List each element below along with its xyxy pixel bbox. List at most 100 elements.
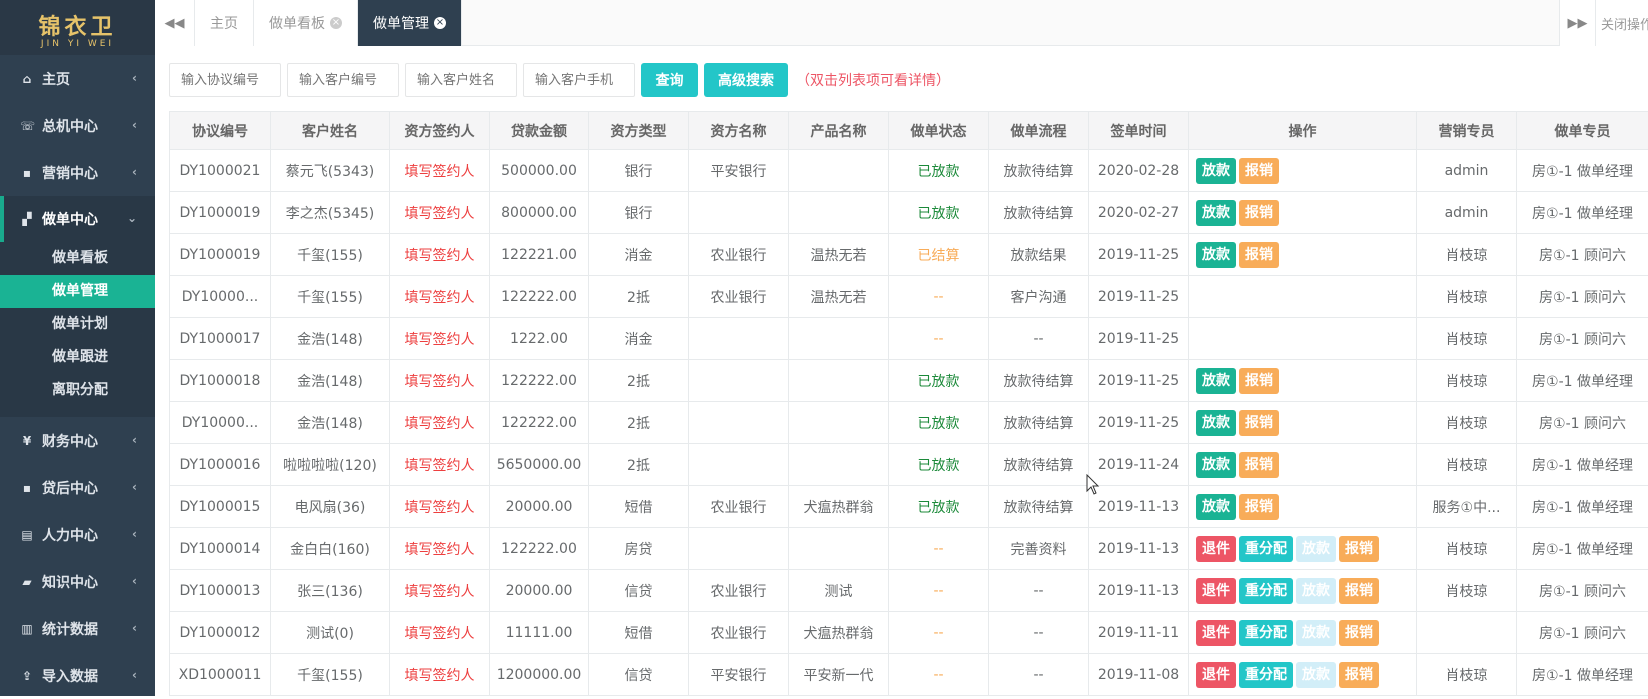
protocol-number-input[interactable]	[169, 63, 281, 97]
loan-button[interactable]: 放款	[1196, 410, 1236, 436]
table-row[interactable]: DY1000017金浩(148)填写签约人1222.00消金----2019-1…	[170, 318, 1648, 360]
reimburse-button[interactable]: 报销	[1239, 242, 1279, 268]
reimburse-button[interactable]: 报销	[1339, 620, 1379, 646]
order-specialist-cell: 房①-1 做单经理	[1517, 150, 1648, 192]
tab-item[interactable]: 做单看板×	[254, 0, 358, 46]
product-name-cell	[789, 402, 889, 444]
table-row[interactable]: DY10000...金浩(148)填写签约人122222.002抵已放款放款待结…	[170, 402, 1648, 444]
table-row[interactable]: DY1000012测试(0)填写签约人11111.00短借农业银行犬瘟热群翁--…	[170, 612, 1648, 654]
table-row[interactable]: DY1000013张三(136)填写签约人20000.00信贷农业银行测试---…	[170, 570, 1648, 612]
return-button[interactable]: 退件	[1196, 620, 1236, 646]
loan-button[interactable]: 放款	[1196, 494, 1236, 520]
sidebar-item-yen[interactable]: ¥财务中心‹	[0, 417, 155, 464]
table-row[interactable]: XD1000011千玺(155)填写签约人1200000.00信贷平安银行平安新…	[170, 654, 1648, 696]
close-icon[interactable]: ×	[330, 17, 342, 29]
tab-item[interactable]: 做单管理×	[358, 0, 462, 46]
loan-button[interactable]: 放款	[1196, 158, 1236, 184]
sidebar-item-bar-chart[interactable]: ▥统计数据‹	[0, 605, 155, 652]
advanced-search-button[interactable]: 高级搜索	[704, 63, 788, 97]
tab-scroll-left-icon[interactable]: ◀◀	[155, 0, 195, 46]
close-icon[interactable]: ×	[434, 17, 446, 29]
sidebar-item-id-card[interactable]: ▤人力中心‹	[0, 511, 155, 558]
return-button[interactable]: 退件	[1196, 536, 1236, 562]
fill-signer-link[interactable]: 填写签约人	[390, 528, 490, 570]
sidebar-subitem[interactable]: 做单看板	[0, 242, 155, 275]
fill-signer-link[interactable]: 填写签约人	[390, 444, 490, 486]
fill-signer-link[interactable]: 填写签约人	[390, 276, 490, 318]
sidebar-subitem[interactable]: 做单管理	[0, 275, 155, 308]
sidebar-item-phone[interactable]: ☏总机中心‹	[0, 102, 155, 149]
table-row[interactable]: DY10000...千玺(155)填写签约人122222.002抵农业银行温热无…	[170, 276, 1648, 318]
reimburse-button[interactable]: 报销	[1239, 410, 1279, 436]
customer-name-cell: 金浩(148)	[271, 360, 390, 402]
fill-signer-link[interactable]: 填写签约人	[390, 570, 490, 612]
return-button[interactable]: 退件	[1196, 578, 1236, 604]
sidebar-item-label: 营销中心	[42, 163, 98, 183]
sign-date-cell: 2019-11-25	[1089, 318, 1189, 360]
order-flow-cell: 放款待结算	[989, 360, 1089, 402]
query-button[interactable]: 查询	[641, 63, 698, 97]
reassign-button[interactable]: 重分配	[1239, 620, 1293, 646]
sign-date-cell: 2019-11-25	[1089, 276, 1189, 318]
order-flow-cell: 放款待结算	[989, 192, 1089, 234]
sidebar-item-upload[interactable]: ⇪导入数据‹	[0, 652, 155, 699]
sidebar-item-user-plus[interactable]: ▪贷后中心‹	[0, 464, 155, 511]
order-specialist-cell: 房①-1 顾问六	[1517, 570, 1648, 612]
fill-signer-link[interactable]: 填写签约人	[390, 402, 490, 444]
reimburse-button[interactable]: 报销	[1239, 368, 1279, 394]
tab-scroll-right-icon[interactable]: ▶▶	[1560, 0, 1596, 46]
sidebar-item-home[interactable]: ⌂主页‹	[0, 55, 155, 102]
close-operations-button[interactable]: 关闭操作	[1596, 0, 1648, 46]
fill-signer-link[interactable]: 填写签约人	[390, 612, 490, 654]
table-row[interactable]: DY1000018金浩(148)填写签约人122222.002抵已放款放款待结算…	[170, 360, 1648, 402]
sidebar-subitem[interactable]: 离职分配	[0, 374, 155, 407]
return-button[interactable]: 退件	[1196, 662, 1236, 688]
fill-signer-link[interactable]: 填写签约人	[390, 234, 490, 276]
customer-phone-input[interactable]	[523, 63, 635, 97]
reassign-button[interactable]: 重分配	[1239, 536, 1293, 562]
operations-cell: 退件重分配放款报销	[1189, 654, 1417, 696]
funder-type-cell: 信贷	[589, 570, 689, 612]
fill-signer-link[interactable]: 填写签约人	[390, 318, 490, 360]
reassign-button[interactable]: 重分配	[1239, 662, 1293, 688]
reimburse-button[interactable]: 报销	[1239, 158, 1279, 184]
customer-number-input[interactable]	[287, 63, 399, 97]
table-row[interactable]: DY1000019千玺(155)填写签约人122221.00消金农业银行温热无若…	[170, 234, 1648, 276]
order-status-cell: --	[889, 528, 989, 570]
table-row[interactable]: DY1000016啦啦啦啦(120)填写签约人5650000.002抵已放款放款…	[170, 444, 1648, 486]
sidebar-subitem[interactable]: 做单计划	[0, 308, 155, 341]
logo[interactable]: 锦衣卫 JIN YI WEI	[0, 0, 155, 55]
order-specialist-cell: 房①-1 做单经理	[1517, 528, 1648, 570]
reimburse-button[interactable]: 报销	[1339, 662, 1379, 688]
loan-button[interactable]: 放款	[1196, 452, 1236, 478]
reimburse-button[interactable]: 报销	[1239, 452, 1279, 478]
column-header: 签单时间	[1089, 112, 1189, 150]
reimburse-button[interactable]: 报销	[1239, 200, 1279, 226]
table-row[interactable]: DY1000019李之杰(5345)填写签约人800000.00银行已放款放款待…	[170, 192, 1648, 234]
reassign-button[interactable]: 重分配	[1239, 578, 1293, 604]
fill-signer-link[interactable]: 填写签约人	[390, 486, 490, 528]
customer-name-input[interactable]	[405, 63, 517, 97]
reimburse-button[interactable]: 报销	[1339, 536, 1379, 562]
sidebar-subitem[interactable]: 做单跟进	[0, 341, 155, 374]
sidebar-item-users[interactable]: ▪营销中心‹	[0, 149, 155, 196]
loan-button[interactable]: 放款	[1196, 242, 1236, 268]
tab-item[interactable]: 主页	[195, 0, 254, 46]
sidebar-item-active-group[interactable]: ▞ 做单中心 ⌄	[0, 196, 155, 242]
sidebar-item-label: 做单中心	[42, 209, 98, 229]
fill-signer-link[interactable]: 填写签约人	[390, 360, 490, 402]
table-row[interactable]: DY1000015电风扇(36)填写签约人20000.00短借农业银行犬瘟热群翁…	[170, 486, 1648, 528]
loan-button[interactable]: 放款	[1196, 200, 1236, 226]
fill-signer-link[interactable]: 填写签约人	[390, 192, 490, 234]
fill-signer-link[interactable]: 填写签约人	[390, 654, 490, 696]
customer-name-cell: 测试(0)	[271, 612, 390, 654]
table-row[interactable]: DY1000021蔡元飞(5343)填写签约人500000.00银行平安银行已放…	[170, 150, 1648, 192]
sidebar-item-book[interactable]: ▰知识中心‹	[0, 558, 155, 605]
table-row[interactable]: DY1000014金白白(160)填写签约人122222.00房贷--完善资料2…	[170, 528, 1648, 570]
reimburse-button[interactable]: 报销	[1239, 494, 1279, 520]
loan-button[interactable]: 放款	[1196, 368, 1236, 394]
sidebar-item-label: 统计数据	[42, 619, 98, 639]
product-name-cell: 测试	[789, 570, 889, 612]
fill-signer-link[interactable]: 填写签约人	[390, 150, 490, 192]
reimburse-button[interactable]: 报销	[1339, 578, 1379, 604]
